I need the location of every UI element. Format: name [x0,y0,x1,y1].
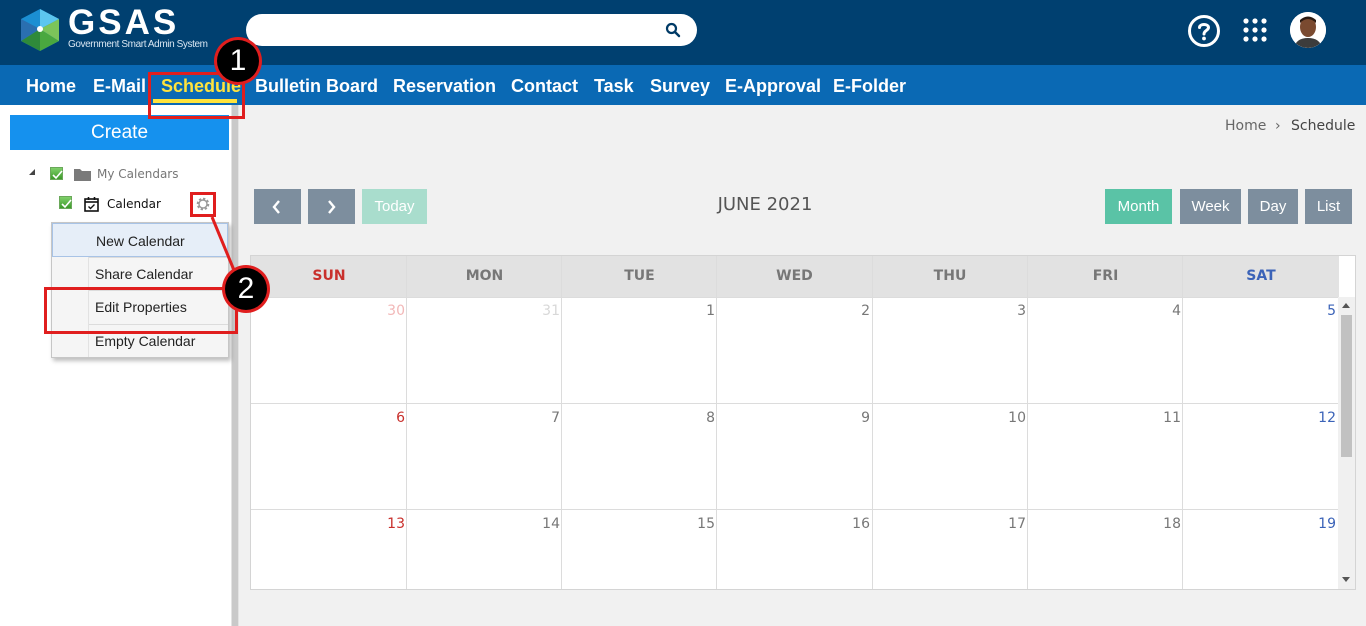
day-cell[interactable]: 14 [520,515,560,533]
chevron-left-icon [272,200,280,214]
nav-contact[interactable]: Contact [511,75,578,97]
nav-home[interactable]: Home [26,75,76,97]
search-input[interactable] [246,14,697,46]
grid-line [251,509,1339,510]
view-day-button[interactable]: Day [1248,189,1298,224]
nav-reservation[interactable]: Reservation [393,75,496,97]
step-2-number: 2 [225,268,267,310]
step-1-number: 1 [217,40,259,82]
calendar-label[interactable]: Calendar [107,197,161,211]
day-cell[interactable]: 10 [986,409,1026,427]
tree-collapse-icon[interactable] [27,167,37,177]
day-cell[interactable]: 30 [365,302,405,320]
top-header: GSAS Government Smart Admin System [0,0,1366,65]
apps-grid-icon[interactable] [1243,18,1267,42]
next-month-button[interactable] [308,189,355,224]
user-avatar[interactable] [1290,12,1326,48]
day-cell[interactable]: 15 [675,515,715,533]
weekday-header-row: SUN MON TUE WED THU FRI SAT [251,256,1339,297]
view-month-button[interactable]: Month [1105,189,1172,224]
edit-properties-highlight [44,287,238,334]
day-cell[interactable]: 11 [1141,409,1181,427]
breadcrumb-current: Schedule [1291,118,1356,134]
day-cell[interactable]: 5 [1296,302,1336,320]
breadcrumb-separator: › [1275,118,1281,134]
nav-email[interactable]: E-Mail [93,75,146,97]
weekday-thu: THU [933,268,967,284]
prev-month-button[interactable] [254,189,301,224]
calendar-icon [84,197,99,212]
day-cell[interactable]: 6 [365,409,405,427]
grid-line [251,403,1339,404]
calendar-checkbox[interactable] [59,196,72,209]
calendar-scrollbar[interactable] [1338,297,1355,589]
gear-icon [196,197,210,211]
check-icon [52,170,63,180]
grid-line [872,256,873,589]
chevron-right-icon [328,200,336,214]
scroll-down-icon[interactable] [1342,577,1350,582]
folder-icon [74,169,91,181]
nav-task[interactable]: Task [594,75,634,97]
day-cell[interactable]: 16 [830,515,870,533]
gsas-logo[interactable]: GSAS Government Smart Admin System [17,3,227,55]
search-icon[interactable] [665,22,681,38]
step-2-callout: 2 [222,265,270,313]
grid-line [406,256,407,589]
logo-subtitle: Government Smart Admin System [68,39,208,50]
grid-line [251,297,1339,298]
grid-line [1027,256,1028,589]
nav-e-folder[interactable]: E-Folder [833,75,906,97]
my-calendars-label: My Calendars [97,167,179,181]
day-cell[interactable]: 17 [986,515,1026,533]
day-cell[interactable]: 31 [520,302,560,320]
weekday-wed: WED [776,268,813,284]
day-cell[interactable]: 19 [1296,515,1336,533]
weekday-sat: SAT [1246,268,1276,284]
grid-line [1182,256,1183,589]
weekday-tue: TUE [624,268,655,284]
my-calendars-checkbox[interactable] [50,167,63,180]
month-grid: SUN MON TUE WED THU FRI SAT 30 31 1 2 3 … [250,255,1356,590]
weekday-mon: MON [465,268,504,284]
day-cell[interactable]: 3 [986,302,1026,320]
weekday-fri: FRI [1092,268,1119,284]
create-button[interactable]: Create [10,115,229,150]
day-cell[interactable]: 9 [830,409,870,427]
calendar-month-title: JUNE 2021 [717,194,813,215]
nav-bulletin-board[interactable]: Bulletin Board [255,75,378,97]
day-cell[interactable]: 7 [520,409,560,427]
day-cell[interactable]: 1 [675,302,715,320]
calendar-settings-button[interactable] [190,192,216,217]
nav-survey[interactable]: Survey [650,75,710,97]
menu-share-calendar[interactable]: Share Calendar [52,257,228,291]
day-cell[interactable]: 12 [1296,409,1336,427]
view-list-button[interactable]: List [1305,189,1352,224]
grid-line [561,256,562,589]
calendar-scroll-thumb[interactable] [1341,315,1352,457]
day-cell[interactable]: 8 [675,409,715,427]
step-1-callout: 1 [214,37,262,85]
logo-text: GSAS [68,3,180,42]
day-cell[interactable]: 13 [365,515,405,533]
grid-line [716,256,717,589]
day-cell[interactable]: 4 [1141,302,1181,320]
nav-e-approval[interactable]: E-Approval [725,75,821,97]
day-cell[interactable]: 18 [1141,515,1181,533]
sidebar-scroll-thumb[interactable] [232,105,238,626]
menu-new-calendar[interactable]: New Calendar [52,223,228,257]
view-week-button[interactable]: Week [1180,189,1241,224]
breadcrumb-home[interactable]: Home [1225,117,1266,135]
logo-mark-icon [21,9,59,51]
scroll-up-icon[interactable] [1342,303,1350,308]
help-icon[interactable] [1187,14,1221,48]
day-cell[interactable]: 2 [830,302,870,320]
sidebar [0,105,231,626]
user-photo-icon [1290,12,1326,48]
today-button[interactable]: Today [362,189,427,224]
sidebar-scrollbar[interactable] [231,105,239,626]
weekday-sun: SUN [312,268,346,284]
check-icon [61,199,72,209]
